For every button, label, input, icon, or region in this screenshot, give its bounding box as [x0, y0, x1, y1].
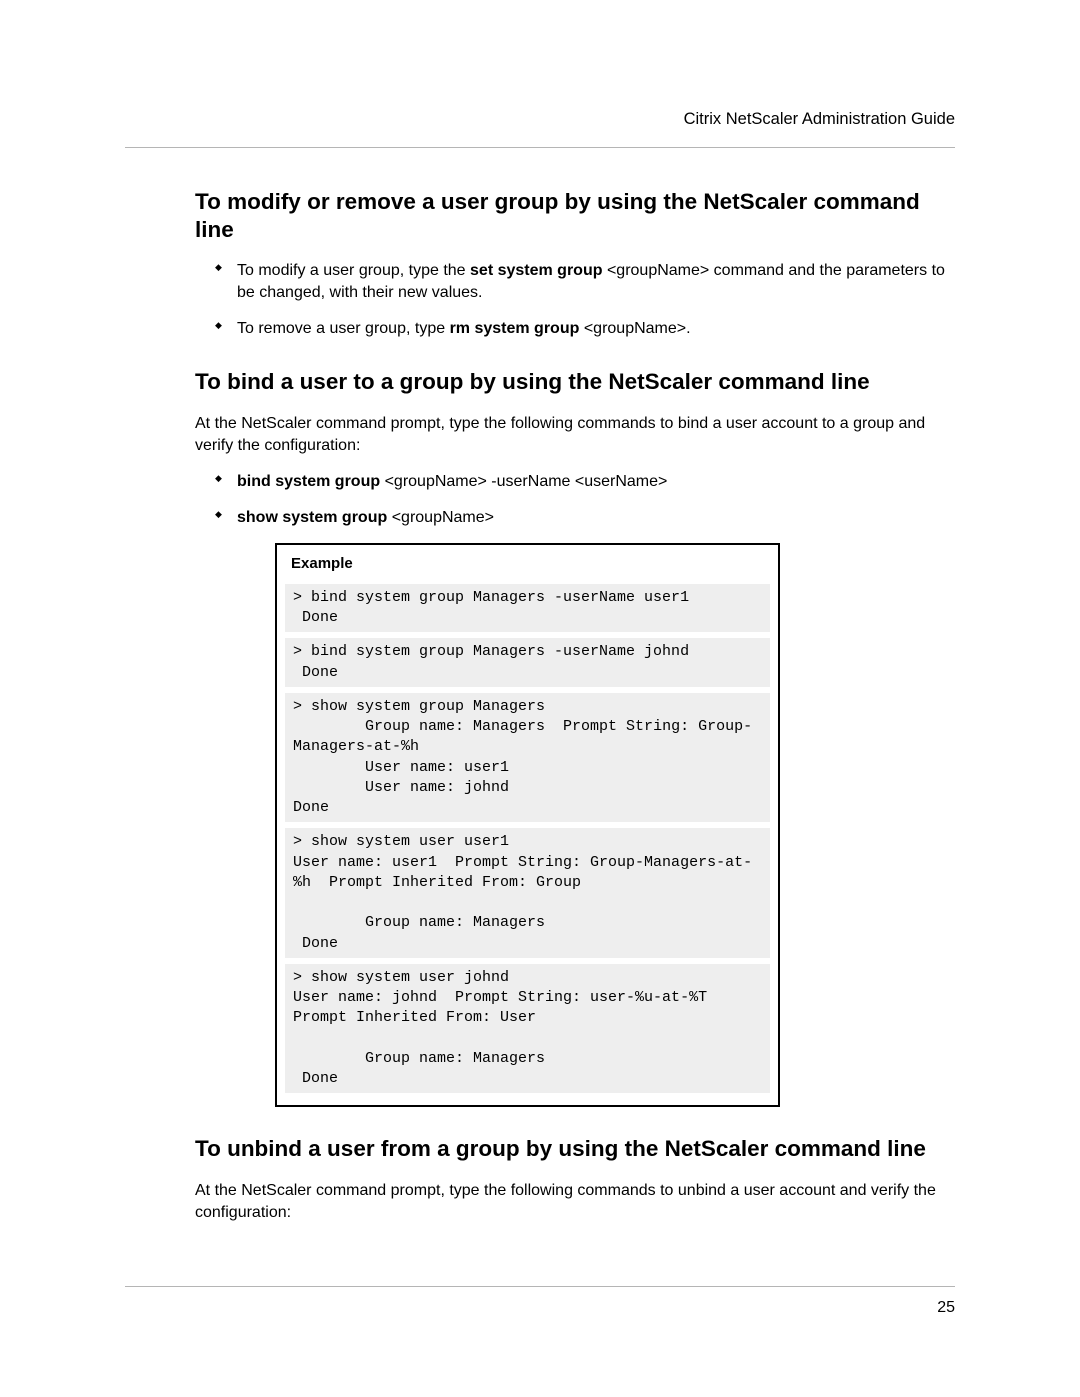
text: <groupName>	[387, 509, 494, 526]
content-area: To modify or remove a user group by usin…	[195, 188, 955, 1224]
footer: 25	[125, 1286, 955, 1317]
code-block: > bind system group Managers -userName u…	[285, 584, 770, 633]
code-block: > show system user user1 User name: user…	[285, 828, 770, 958]
text: <groupName>.	[579, 320, 690, 337]
text: To remove a user group, type	[237, 320, 450, 337]
code-block: > show system user johnd User name: john…	[285, 964, 770, 1094]
page: Citrix NetScaler Administration Guide To…	[0, 0, 1080, 1397]
heading-bind-user: To bind a user to a group by using the N…	[195, 368, 955, 396]
code-block: > bind system group Managers -userName j…	[285, 638, 770, 687]
command-text: rm system group	[450, 320, 580, 337]
list-item: show system group <groupName>	[215, 507, 955, 529]
text: To modify a user group, type the	[237, 262, 470, 279]
page-number: 25	[125, 1299, 955, 1317]
command-text: show system group	[237, 509, 387, 526]
code-block: > show system group Managers Group name:…	[285, 693, 770, 823]
list-item: To remove a user group, type rm system g…	[215, 318, 955, 340]
heading-unbind-user: To unbind a user from a group by using t…	[195, 1135, 955, 1163]
example-body: > bind system group Managers -userName u…	[277, 584, 778, 1094]
list-bind-commands: bind system group <groupName> -userName …	[195, 471, 955, 529]
command-text: bind system group	[237, 473, 380, 490]
example-box: Example > bind system group Managers -us…	[275, 543, 780, 1108]
paragraph: At the NetScaler command prompt, type th…	[195, 1180, 955, 1224]
heading-modify-remove: To modify or remove a user group by usin…	[195, 188, 955, 244]
command-text: set system group	[470, 262, 602, 279]
list-item: To modify a user group, type the set sys…	[215, 260, 955, 304]
list-modify-remove: To modify a user group, type the set sys…	[195, 260, 955, 340]
footer-rule	[125, 1286, 955, 1287]
header-rule	[125, 147, 955, 148]
example-label: Example	[277, 555, 778, 578]
running-header: Citrix NetScaler Administration Guide	[125, 110, 955, 129]
text: <groupName> -userName <userName>	[380, 473, 667, 490]
list-item: bind system group <groupName> -userName …	[215, 471, 955, 493]
paragraph: At the NetScaler command prompt, type th…	[195, 413, 955, 457]
